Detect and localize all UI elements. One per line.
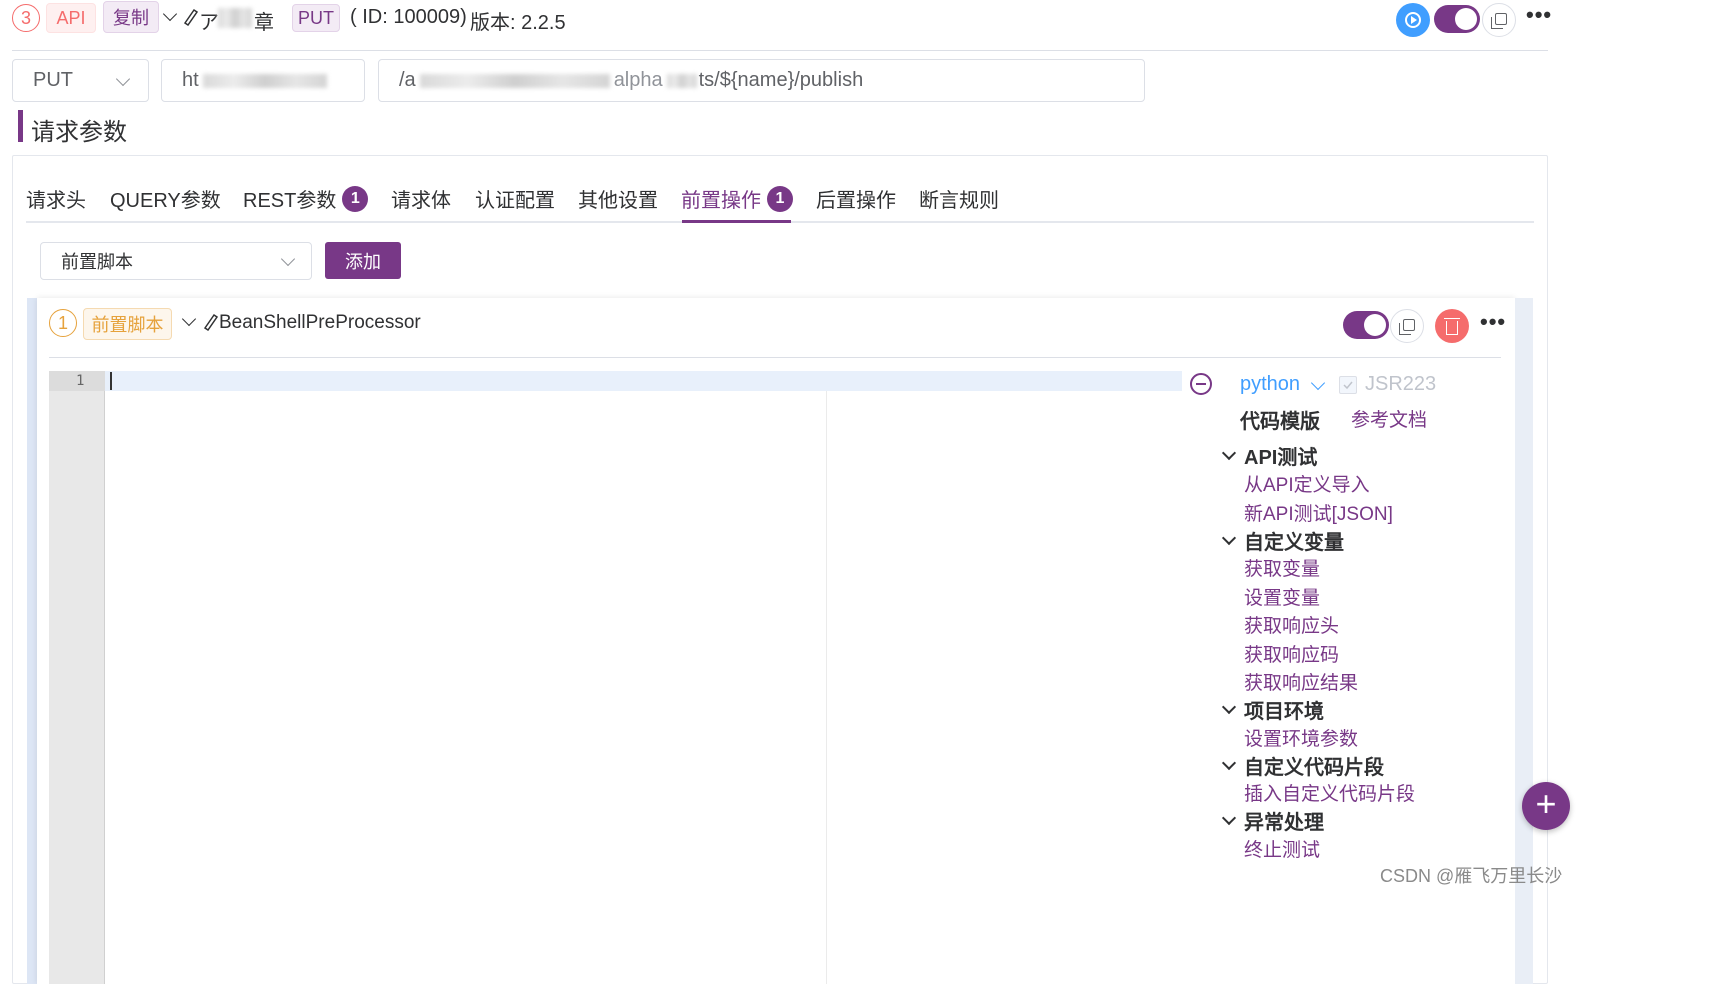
group-api-test[interactable]: API测试 bbox=[1221, 441, 1317, 470]
template-item[interactable]: 设置变量 bbox=[1244, 583, 1320, 610]
language-select[interactable]: python bbox=[1240, 373, 1300, 396]
card-divider bbox=[49, 357, 1501, 358]
chevron-down-icon bbox=[1221, 755, 1237, 771]
tab-post-processor[interactable]: 后置操作 bbox=[816, 184, 896, 213]
copy-icon bbox=[1491, 12, 1507, 29]
watermark: CSDN @雁飞万里长沙 bbox=[1380, 866, 1563, 886]
tab-pre-processor[interactable]: 前置操作 1 bbox=[681, 184, 793, 213]
template-item[interactable]: 获取响应头 bbox=[1244, 611, 1339, 638]
tab-assertions[interactable]: 断言规则 bbox=[919, 184, 999, 213]
group-custom-variables[interactable]: 自定义变量 bbox=[1221, 526, 1344, 555]
rest-count-badge: 1 bbox=[342, 185, 369, 212]
template-item[interactable]: 插入自定义代码片段 bbox=[1244, 779, 1415, 806]
add-button[interactable]: 添加 bbox=[325, 242, 401, 279]
processor-more-icon[interactable]: ••• bbox=[1480, 309, 1506, 335]
method-tag: PUT bbox=[292, 4, 340, 32]
template-item[interactable]: 终止测试 bbox=[1244, 835, 1320, 862]
tab-rest[interactable]: REST参数 1 bbox=[243, 184, 369, 213]
active-tab-indicator bbox=[682, 220, 791, 223]
copy-tag[interactable]: 复制 bbox=[103, 1, 159, 33]
run-button[interactable] bbox=[1396, 3, 1430, 37]
header-divider bbox=[12, 50, 1548, 51]
tab-headers[interactable]: 请求头 bbox=[26, 184, 86, 213]
index-circle: 3 bbox=[12, 4, 40, 32]
line-number: 1 bbox=[76, 373, 85, 389]
tab-other-settings[interactable]: 其他设置 bbox=[578, 184, 658, 213]
group-project-env[interactable]: 项目环境 bbox=[1221, 695, 1324, 724]
section-bar bbox=[18, 110, 23, 142]
editor-gutter bbox=[49, 371, 105, 984]
chevron-down-icon bbox=[1221, 810, 1237, 826]
method-value: PUT bbox=[33, 69, 73, 91]
tab-body[interactable]: 请求体 bbox=[391, 184, 451, 213]
chevron-down-icon bbox=[280, 251, 296, 267]
card-left-border bbox=[27, 298, 37, 984]
path-start: /a bbox=[399, 69, 416, 91]
template-item[interactable]: 新API测试[JSON] bbox=[1244, 499, 1393, 526]
processor-delete-button[interactable] bbox=[1435, 309, 1469, 343]
group-exception-handling[interactable]: 异常处理 bbox=[1221, 806, 1324, 835]
template-item[interactable]: 从API定义导入 bbox=[1244, 470, 1370, 497]
path-end: ts/${name}/publish bbox=[698, 69, 864, 91]
collapse-chevron-icon[interactable] bbox=[162, 6, 178, 22]
trash-icon bbox=[1444, 317, 1460, 335]
edit-pen-icon[interactable] bbox=[182, 8, 198, 26]
chevron-down-icon bbox=[1221, 445, 1237, 461]
processor-enable-toggle[interactable] bbox=[1343, 311, 1389, 339]
tab-query[interactable]: QUERY参数 bbox=[110, 184, 221, 213]
section-title: 请求参数 bbox=[31, 119, 127, 146]
path-redacted-2 bbox=[666, 73, 697, 88]
api-tag: API bbox=[46, 3, 96, 33]
enable-toggle[interactable] bbox=[1434, 5, 1480, 33]
processor-name: BeanShellPreProcessor bbox=[219, 312, 421, 333]
processor-copy-button[interactable] bbox=[1390, 309, 1424, 343]
tab-auth[interactable]: 认证配置 bbox=[475, 184, 555, 213]
host-redacted bbox=[202, 73, 327, 88]
more-icon[interactable]: ••• bbox=[1526, 2, 1552, 28]
template-title: 代码模版 bbox=[1240, 411, 1320, 433]
collapse-panel-icon[interactable] bbox=[1190, 373, 1212, 395]
edit-pen-icon[interactable] bbox=[202, 313, 218, 331]
pre-count-badge: 1 bbox=[767, 185, 793, 212]
copy-button[interactable] bbox=[1482, 3, 1516, 37]
processor-index: 1 bbox=[49, 309, 77, 337]
jsr223-checkbox[interactable] bbox=[1339, 376, 1357, 394]
group-custom-snippets[interactable]: 自定义代码片段 bbox=[1221, 751, 1384, 780]
jsr223-label: JSR223 bbox=[1365, 373, 1437, 395]
text-caret bbox=[110, 372, 112, 390]
host-value: ht bbox=[182, 69, 199, 91]
api-name-prefix: ア bbox=[199, 12, 219, 34]
chevron-down-icon bbox=[115, 71, 131, 87]
copy-icon bbox=[1399, 318, 1415, 335]
host-input[interactable]: ht bbox=[161, 59, 365, 102]
play-icon bbox=[1405, 12, 1421, 28]
code-editor[interactable] bbox=[105, 371, 1182, 391]
api-id: ( ID: 100009) bbox=[350, 6, 467, 28]
api-version: 版本: 2.2.5 bbox=[470, 12, 566, 34]
path-input[interactable]: /a alpha ts/${name}/publish bbox=[378, 59, 1145, 102]
name-redacted bbox=[218, 8, 252, 28]
check-icon bbox=[1343, 381, 1353, 390]
method-select[interactable]: PUT bbox=[12, 59, 149, 102]
add-fab-button[interactable]: + bbox=[1522, 782, 1570, 830]
processor-type-value: 前置脚本 bbox=[61, 252, 133, 272]
plus-icon: + bbox=[1535, 783, 1557, 824]
doc-link[interactable]: 参考文档 bbox=[1351, 405, 1427, 432]
print-margin bbox=[826, 391, 827, 984]
template-item[interactable]: 获取响应码 bbox=[1244, 640, 1339, 667]
processor-type-select[interactable]: 前置脚本 bbox=[40, 242, 312, 280]
api-name-suffix: 章 bbox=[254, 12, 274, 34]
chevron-down-icon bbox=[1221, 699, 1237, 715]
template-item[interactable]: 获取响应结果 bbox=[1244, 668, 1358, 695]
template-item[interactable]: 设置环境参数 bbox=[1244, 724, 1358, 751]
path-mid: alpha bbox=[613, 69, 663, 91]
chevron-down-icon bbox=[1221, 530, 1237, 546]
path-redacted-1 bbox=[419, 73, 610, 88]
template-item[interactable]: 获取变量 bbox=[1244, 554, 1320, 581]
processor-type-tag: 前置脚本 bbox=[83, 308, 172, 340]
